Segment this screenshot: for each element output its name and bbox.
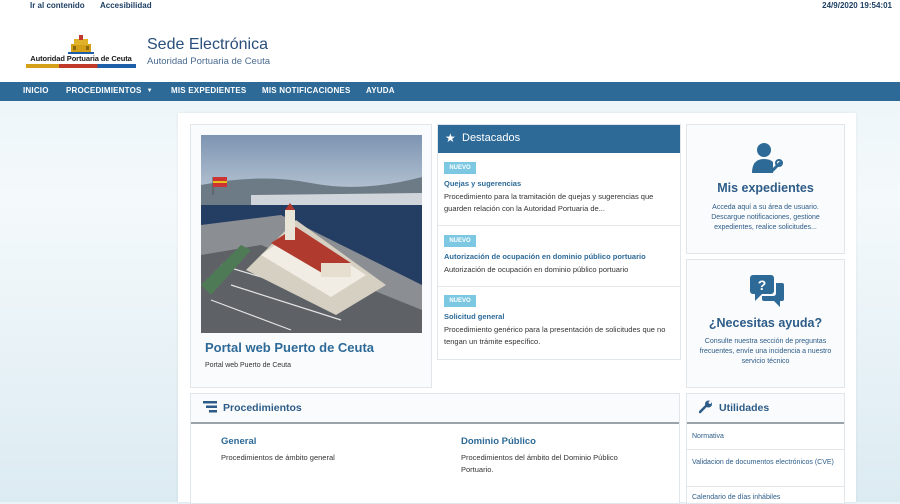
destacado-description: Procedimiento genérico para la presentac…	[444, 325, 666, 346]
destacado-description: Procedimiento para la tramitación de que…	[444, 192, 654, 213]
user-gear-icon	[752, 143, 783, 174]
new-badge: NUEVO	[444, 162, 476, 174]
destacados-panel: ★ Destacados NUEVO Quejas y sugerencias …	[437, 124, 681, 360]
utilidad-link-normativa[interactable]: Normativa	[692, 432, 840, 442]
port-authority-logo[interactable]: Autoridad Portuaria de Ceuta	[24, 34, 138, 78]
portal-description: Portal web Puerto de Ceuta	[205, 362, 291, 369]
utilidades-section: Utilidades Normativa Validacion de docum…	[686, 393, 845, 504]
destacado-title[interactable]: Autorización de ocupación en dominio púb…	[444, 252, 646, 261]
procedimiento-description: Procedimientos del ámbito del Dominio Pú…	[461, 453, 618, 474]
port-photo	[201, 135, 422, 333]
list-icon	[203, 401, 217, 413]
mis-expedientes-title[interactable]: Mis expedientes	[687, 181, 844, 195]
help-card[interactable]: ? ¿Necesitas ayuda? Consulte nuestra sec…	[686, 259, 845, 388]
skip-to-content-link[interactable]: Ir al contenido	[30, 1, 85, 10]
procedimiento-description: Procedimientos de ámbito general	[221, 453, 335, 462]
procedimientos-title: Procedimientos	[223, 402, 302, 414]
crest-icon	[68, 35, 94, 54]
logo-text: Autoridad Portuaria de Ceuta	[30, 54, 132, 63]
portal-card[interactable]: Portal web Puerto de Ceuta Portal web Pu…	[190, 124, 432, 388]
procedimientos-header: Procedimientos	[191, 394, 679, 424]
site-subtitle: Autoridad Portuaria de Ceuta	[147, 56, 271, 67]
help-chat-icon: ?	[750, 275, 784, 307]
nav-item-inicio[interactable]: INICIO	[23, 86, 49, 95]
destacado-title[interactable]: Quejas y sugerencias	[444, 179, 521, 188]
procedimiento-name[interactable]: General	[221, 436, 441, 447]
mis-expedientes-card[interactable]: Mis expedientes Acceda aquí a su área de…	[686, 124, 845, 254]
current-datetime: 24/9/2020 19:54:01	[822, 1, 892, 10]
top-utility-bar: Ir al contenido Accesibilidad 24/9/2020 …	[0, 0, 900, 12]
mis-expedientes-description: Acceda aquí a su área de usuario. Descar…	[711, 204, 820, 231]
utilidades-title: Utilidades	[719, 402, 770, 414]
help-title[interactable]: ¿Necesitas ayuda?	[687, 316, 844, 330]
new-badge: NUEVO	[444, 295, 476, 307]
main-nav: INICIO PROCEDIMIENTOS ▼ MIS EXPEDIENTES M…	[0, 82, 900, 101]
destacado-description: Autorización de ocupación en dominio púb…	[444, 265, 629, 274]
procedimiento-general[interactable]: General Procedimientos de ámbito general	[221, 436, 441, 464]
utilidad-link-validacion-cve[interactable]: Validacion de documentos electrónicos (C…	[692, 458, 840, 468]
procedimiento-name[interactable]: Dominio Público	[461, 436, 641, 447]
accessibility-link[interactable]: Accesibilidad	[100, 1, 152, 10]
nav-item-mis-notificaciones[interactable]: MIS NOTIFICACIONES	[262, 86, 351, 95]
destacados-title: Destacados	[462, 132, 521, 144]
star-icon: ★	[445, 131, 456, 145]
caret-down-icon: ▼	[146, 88, 153, 94]
logo-stripe	[26, 64, 136, 68]
separator	[687, 486, 844, 487]
destacado-item[interactable]: NUEVO Solicitud general Procedimiento ge…	[438, 287, 680, 358]
utilidades-header: Utilidades	[687, 394, 844, 424]
site-title[interactable]: Sede Electrónica	[147, 36, 268, 54]
portal-title[interactable]: Portal web Puerto de Ceuta	[205, 340, 374, 355]
nav-item-mis-expedientes[interactable]: MIS EXPEDIENTES	[171, 86, 246, 95]
svg-text:?: ?	[758, 277, 767, 293]
destacado-item[interactable]: NUEVO Quejas y sugerencias Procedimiento…	[438, 153, 680, 226]
nav-item-ayuda[interactable]: AYUDA	[366, 86, 395, 95]
separator	[687, 449, 844, 450]
wrench-icon	[699, 400, 712, 414]
procedimientos-section: Procedimientos General Procedimientos de…	[190, 393, 680, 504]
site-header: Autoridad Portuaria de Ceuta Sede Electr…	[0, 12, 900, 82]
help-description: Consulte nuestra sección de preguntas fr…	[699, 338, 832, 365]
nav-item-procedimientos[interactable]: PROCEDIMIENTOS ▼	[66, 86, 153, 95]
destacados-header: ★ Destacados	[438, 125, 680, 153]
procedimiento-dominio-publico[interactable]: Dominio Público Procedimientos del ámbit…	[461, 436, 641, 476]
destacado-title[interactable]: Solicitud general	[444, 312, 504, 321]
new-badge: NUEVO	[444, 235, 476, 247]
destacado-item[interactable]: NUEVO Autorización de ocupación en domin…	[438, 226, 680, 287]
nav-item-procedimientos-label: PROCEDIMIENTOS	[66, 86, 142, 95]
